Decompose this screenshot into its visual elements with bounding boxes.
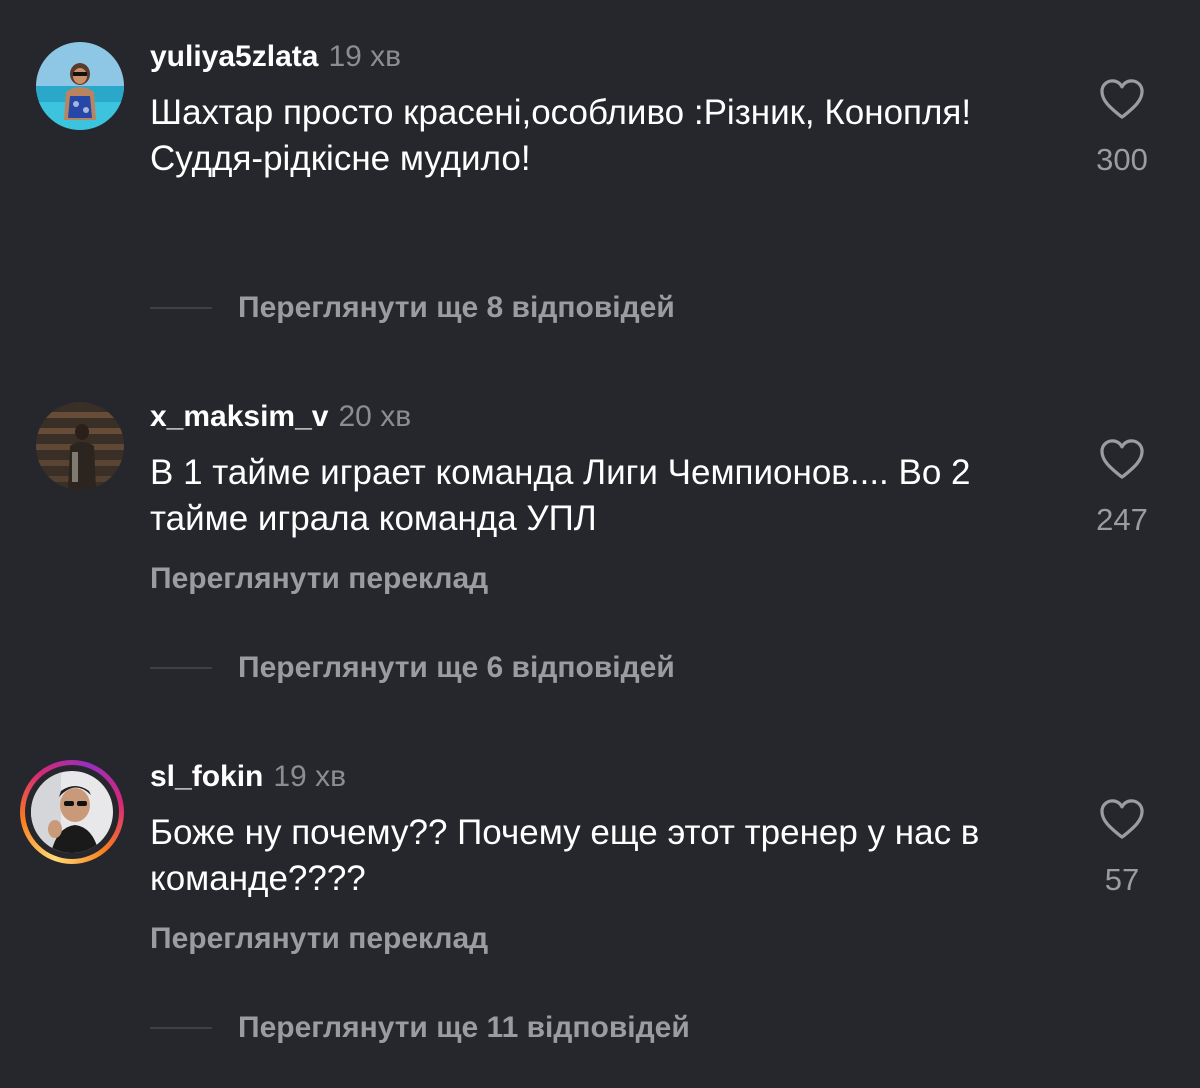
like-button[interactable]: 247 (1080, 438, 1164, 538)
heart-outline-icon[interactable] (1099, 798, 1145, 840)
comment: x_maksim_v 20 хв В 1 тайме играет команд… (0, 360, 1200, 720)
see-translation-button[interactable]: Переглянути переклад (150, 922, 488, 956)
replies-divider (150, 667, 212, 669)
avatar-with-story-ring[interactable] (20, 760, 124, 864)
username[interactable]: x_maksim_v (150, 400, 328, 434)
avatar[interactable] (36, 402, 124, 490)
view-replies-button[interactable]: Переглянути ще 8 відповідей (150, 288, 675, 328)
view-replies-label[interactable]: Переглянути ще 6 відповідей (238, 651, 675, 685)
view-replies-button[interactable]: Переглянути ще 6 відповідей (150, 648, 675, 688)
see-translation-button[interactable]: Переглянути переклад (150, 562, 488, 596)
comment-time: 20 хв (338, 400, 412, 433)
view-replies-label[interactable]: Переглянути ще 11 відповідей (238, 1011, 690, 1045)
avatar-photo (36, 402, 124, 490)
comment: sl_fokin 19 хв Боже ну почему?? Почему е… (0, 720, 1200, 1080)
like-count: 57 (1104, 862, 1140, 897)
like-count: 247 (1096, 502, 1148, 537)
replies-divider (150, 1027, 212, 1029)
avatar-photo (31, 771, 113, 853)
username[interactable]: yuliya5zlata (150, 40, 318, 74)
comment-text: Боже ну почему?? Почему еще этот тренер … (150, 813, 980, 898)
heart-outline-icon[interactable] (1099, 78, 1145, 120)
comment: yuliya5zlata 19 хв Шахтар просто красені… (0, 0, 1200, 360)
username[interactable]: sl_fokin (150, 760, 263, 794)
view-replies-button[interactable]: Переглянути ще 11 відповідей (150, 1008, 690, 1048)
comment-time: 19 хв (328, 40, 402, 73)
heart-outline-icon[interactable] (1099, 438, 1145, 480)
comment-time: 19 хв (273, 760, 347, 793)
view-replies-label[interactable]: Переглянути ще 8 відповідей (238, 291, 675, 325)
like-button[interactable]: 300 (1080, 78, 1164, 178)
avatar[interactable] (36, 42, 124, 130)
like-button[interactable]: 57 (1080, 798, 1164, 898)
comment-text: Шахтар просто красені,особливо :Різник, … (150, 93, 972, 178)
replies-divider (150, 307, 212, 309)
avatar-photo (36, 42, 124, 130)
like-count: 300 (1096, 142, 1148, 177)
comment-text: В 1 тайме играет команда Лиги Чемпионов.… (150, 453, 971, 538)
